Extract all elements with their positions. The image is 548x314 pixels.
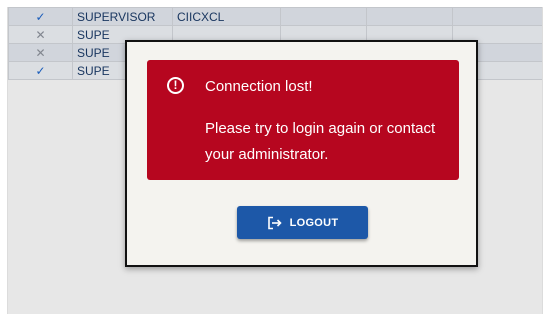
- logout-label: LOGOUT: [289, 216, 339, 229]
- error-title: Connection lost!: [205, 78, 313, 95]
- connection-lost-dialog: ! Connection lost! Please try to login a…: [125, 40, 478, 267]
- error-panel: ! Connection lost! Please try to login a…: [147, 60, 459, 180]
- logout-button[interactable]: LOGOUT: [237, 206, 368, 239]
- logout-icon: [267, 216, 282, 230]
- alert-circle-icon: !: [167, 77, 184, 94]
- error-message: Please try to login again or contact you…: [205, 120, 436, 163]
